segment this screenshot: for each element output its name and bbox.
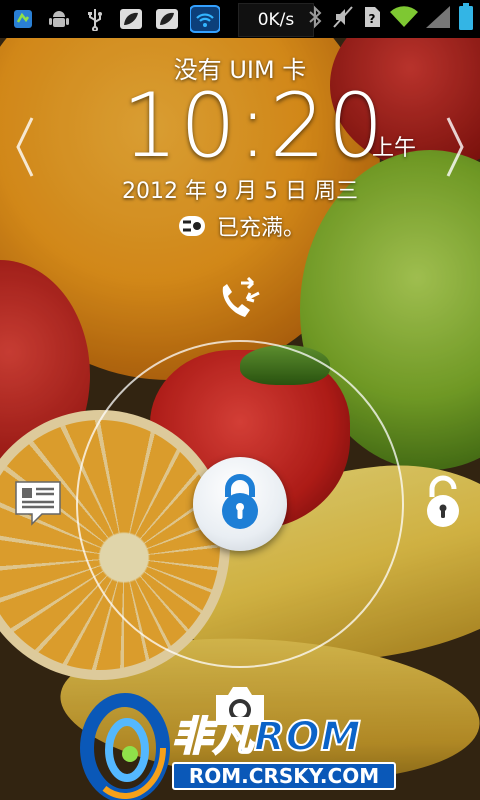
watermark-url: ROM.CRSKY.COM [172, 762, 396, 790]
watermark-logo: 非凡ROM ROM.CRSKY.COM [80, 690, 410, 800]
missed-call-icon[interactable] [214, 276, 266, 324]
lock-icon [214, 473, 266, 535]
clock-ampm: 上午 [372, 136, 417, 161]
date-label: 2012 年 9 月 5 日 周三 [122, 179, 358, 204]
watermark-brand: 非凡ROM [171, 713, 362, 761]
bluetooth-icon [306, 5, 324, 33]
status-bar[interactable]: 0K/s ? [0, 0, 480, 38]
leaf-icon [118, 6, 144, 32]
watermark-swirl-icon [80, 693, 170, 800]
unlock-icon[interactable] [418, 474, 468, 530]
charging-plug-icon [175, 214, 209, 238]
message-icon[interactable] [12, 478, 64, 528]
mute-icon [332, 5, 354, 33]
wifi-signal-icon [390, 6, 418, 32]
lock-handle[interactable] [193, 457, 287, 551]
usb-icon [82, 6, 108, 32]
clock-time: 10:20 [122, 74, 386, 177]
cell-signal-icon [426, 6, 450, 32]
leaf-icon [154, 6, 180, 32]
net-speed-indicator: 0K/s [238, 3, 314, 37]
wifi-hotspot-icon [190, 5, 220, 33]
charging-status: 已充满。 [0, 210, 480, 242]
svg-text:?: ? [369, 12, 376, 26]
android-update-icon [10, 6, 36, 32]
android-debug-icon [46, 6, 72, 32]
battery-icon [458, 3, 474, 35]
charging-status-text: 已充满。 [216, 216, 305, 241]
no-sim-icon: ? [362, 5, 382, 33]
